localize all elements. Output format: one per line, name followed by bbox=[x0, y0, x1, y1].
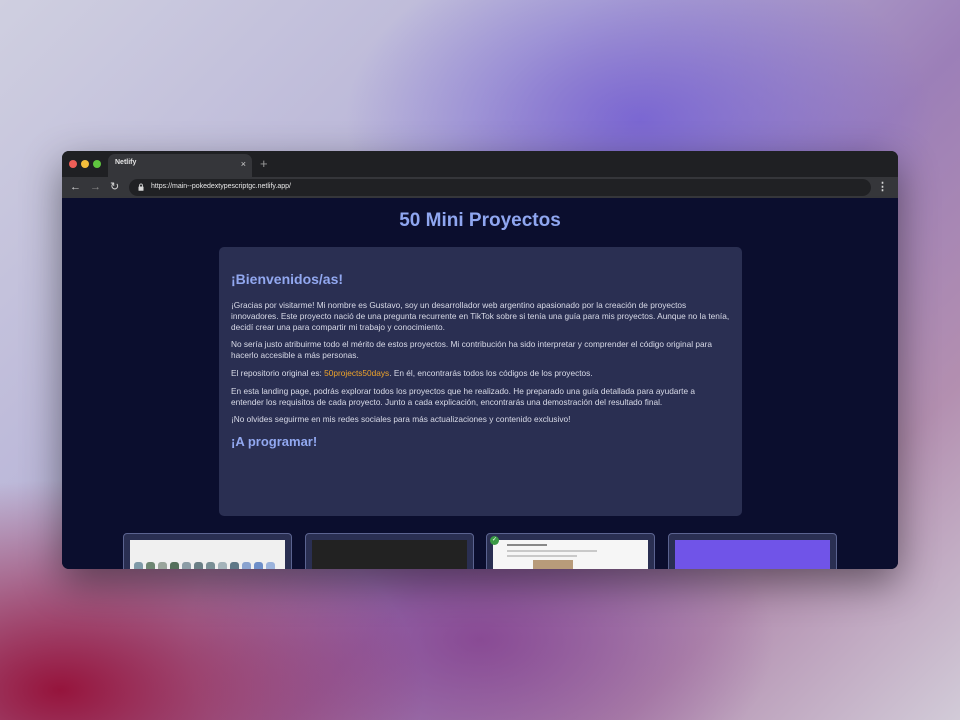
credit-paragraph: No sería justo atribuirme todo el mérito… bbox=[231, 339, 712, 361]
intro-paragraph: ¡Gracias por visitarme! Mi nombre es Gus… bbox=[231, 300, 730, 332]
plus-icon[interactable]: + bbox=[260, 157, 268, 170]
project-thumbnail bbox=[130, 540, 285, 569]
minimize-window-button[interactable] bbox=[81, 160, 89, 168]
project-card[interactable] bbox=[123, 533, 292, 569]
reload-icon[interactable]: ↻ bbox=[110, 180, 119, 194]
browser-tab[interactable]: Netlify × bbox=[108, 154, 252, 177]
browser-window: Netlify × + ← → ↻ https://main--pokedext… bbox=[62, 151, 898, 569]
welcome-card: ¡Bienvenidos/as! ¡Gracias por visitarme!… bbox=[219, 247, 742, 516]
maximize-window-button[interactable] bbox=[93, 160, 101, 168]
social-paragraph: ¡No olvides seguirme en mis redes social… bbox=[231, 414, 571, 425]
closing-heading: ¡A programar! bbox=[231, 434, 318, 450]
forward-arrow-icon[interactable]: → bbox=[90, 180, 101, 194]
back-arrow-icon[interactable]: ← bbox=[70, 180, 81, 194]
browser-toolbar: ← → ↻ https://main--pokedextypescriptgc.… bbox=[62, 177, 898, 198]
page-viewport: 50 Mini Proyectos ¡Bienvenidos/as! ¡Grac… bbox=[62, 198, 898, 569]
repo-paragraph: El repositorio original es: 50projects50… bbox=[231, 368, 730, 379]
project-thumbnail bbox=[675, 540, 830, 569]
close-icon[interactable]: × bbox=[241, 159, 246, 169]
repo-suffix: . En él, encontrarás todos los códigos d… bbox=[389, 367, 593, 378]
welcome-heading: ¡Bienvenidos/as! bbox=[231, 271, 344, 287]
address-bar[interactable]: https://main--pokedextypescriptgc.netlif… bbox=[129, 179, 871, 196]
kebab-menu-icon[interactable]: ⋮ bbox=[877, 180, 888, 194]
close-window-button[interactable] bbox=[69, 160, 77, 168]
url-text: https://main--pokedextypescriptgc.netlif… bbox=[151, 183, 291, 190]
tab-bar: Netlify × + bbox=[62, 151, 898, 177]
project-thumbnail bbox=[493, 540, 648, 569]
project-card[interactable] bbox=[668, 533, 837, 569]
project-card[interactable]: ✓ bbox=[486, 533, 655, 569]
repo-prefix: El repositorio original es: bbox=[231, 367, 325, 378]
tab-title: Netlify bbox=[115, 159, 137, 166]
repo-link[interactable]: 50projects50days bbox=[324, 368, 389, 378]
landing-paragraph: En esta landing page, podrás explorar to… bbox=[231, 385, 696, 407]
page-title: 50 Mini Proyectos bbox=[399, 210, 561, 231]
lock-icon bbox=[138, 183, 144, 191]
checkmark-icon: ✓ bbox=[490, 536, 499, 545]
project-thumbnail bbox=[312, 540, 467, 569]
project-card[interactable] bbox=[305, 533, 474, 569]
thumbnail-image bbox=[533, 560, 573, 569]
